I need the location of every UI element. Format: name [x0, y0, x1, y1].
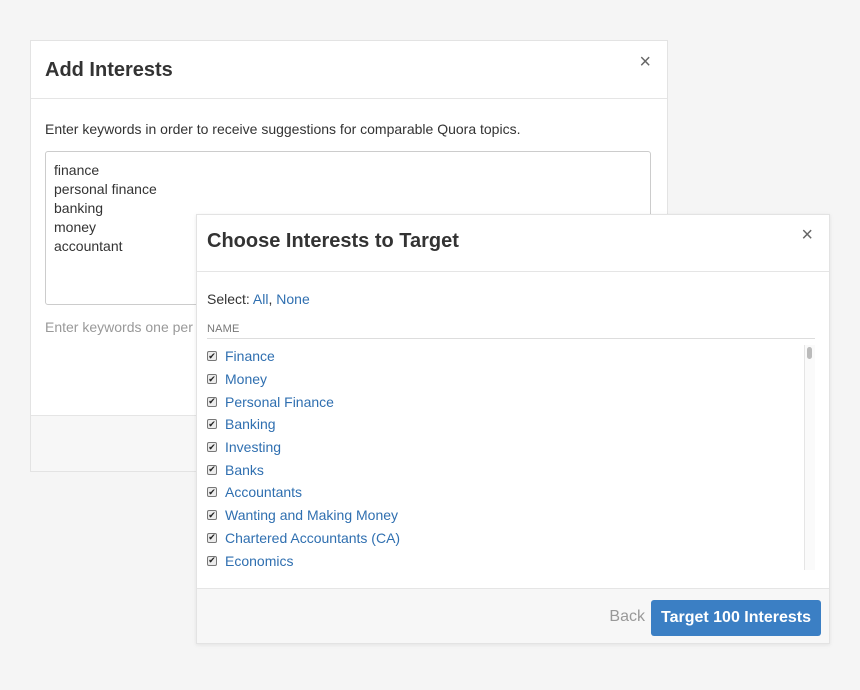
add-interests-header: Add Interests × [31, 41, 667, 99]
checkbox-checked-icon[interactable]: ✔ [207, 396, 217, 407]
scroll-thumb[interactable] [807, 347, 812, 359]
list-item[interactable]: ✔ Chartered Accountants (CA) [207, 527, 813, 550]
select-controls: Select: All, None [207, 291, 310, 307]
interest-label[interactable]: Finance [225, 348, 275, 364]
list-item[interactable]: ✔ Wanting and Making Money [207, 504, 813, 527]
column-header-name: NAME [207, 323, 815, 339]
list-item[interactable]: ✔ Banks [207, 458, 813, 481]
choose-interests-modal: Choose Interests to Target × Select: All… [196, 214, 830, 644]
back-button[interactable]: Back [609, 608, 645, 626]
checkbox-checked-icon[interactable]: ✔ [207, 419, 217, 430]
checkbox-checked-icon[interactable]: ✔ [207, 351, 217, 362]
choose-interests-header: Choose Interests to Target × [197, 215, 829, 272]
checkbox-checked-icon[interactable]: ✔ [207, 464, 217, 475]
close-icon[interactable]: × [801, 225, 813, 245]
close-icon[interactable]: × [639, 52, 651, 72]
interest-label[interactable]: Banks [225, 462, 264, 478]
select-none-link[interactable]: None [276, 291, 309, 307]
interest-list: ✔ Finance ✔ Money ✔ Personal Finance ✔ Banking ✔… [207, 345, 813, 570]
list-item[interactable]: ✔ Banking [207, 413, 813, 436]
interest-label[interactable]: Personal Finance [225, 394, 334, 410]
checkbox-checked-icon[interactable]: ✔ [207, 374, 217, 385]
interest-label[interactable]: Accountants [225, 484, 302, 500]
target-interests-button[interactable]: Target 100 Interests [651, 600, 821, 636]
interest-label[interactable]: Chartered Accountants (CA) [225, 530, 400, 546]
interest-label[interactable]: Money [225, 371, 267, 387]
list-item[interactable]: ✔ Investing [207, 436, 813, 459]
list-scrollbar[interactable] [804, 345, 815, 570]
list-item[interactable]: ✔ Money [207, 368, 813, 391]
list-item[interactable]: ✔ Economics [207, 549, 813, 570]
interest-label[interactable]: Wanting and Making Money [225, 507, 398, 523]
interest-label[interactable]: Banking [225, 416, 276, 432]
checkbox-checked-icon[interactable]: ✔ [207, 555, 217, 566]
list-item[interactable]: ✔ Personal Finance [207, 390, 813, 413]
select-label: Select: [207, 291, 253, 307]
add-interests-title: Add Interests [45, 59, 173, 81]
checkbox-checked-icon[interactable]: ✔ [207, 442, 217, 453]
select-all-link[interactable]: All [253, 291, 269, 307]
choose-interests-footer: Back Target 100 Interests [197, 588, 829, 643]
keywords-hint: Enter keywords one per li [45, 319, 203, 335]
list-item[interactable]: ✔ Finance [207, 345, 813, 368]
checkbox-checked-icon[interactable]: ✔ [207, 510, 217, 521]
checkbox-checked-icon[interactable]: ✔ [207, 487, 217, 498]
add-interests-description: Enter keywords in order to receive sugge… [45, 121, 521, 137]
interest-label[interactable]: Economics [225, 553, 293, 569]
list-item[interactable]: ✔ Accountants [207, 481, 813, 504]
interest-label[interactable]: Investing [225, 439, 281, 455]
checkbox-checked-icon[interactable]: ✔ [207, 532, 217, 543]
choose-interests-title: Choose Interests to Target [207, 230, 459, 252]
